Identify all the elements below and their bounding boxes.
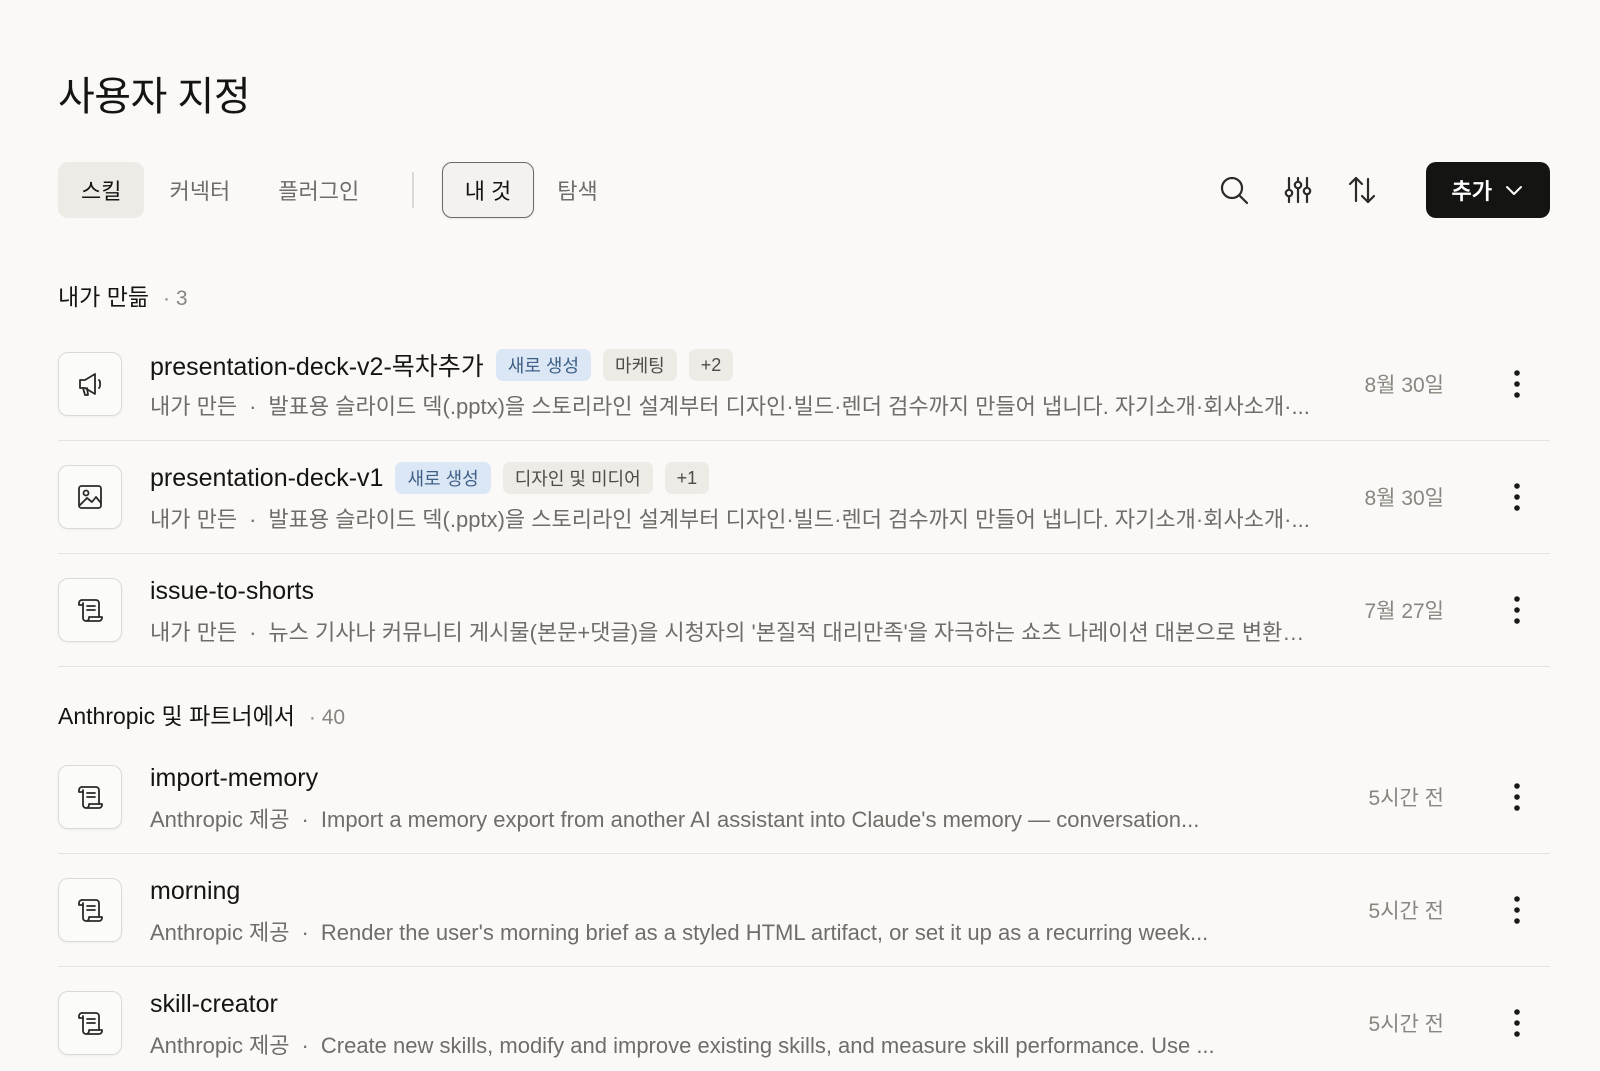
separator-dot: ·: [249, 620, 257, 645]
skill-description: Import a memory export from another AI a…: [320, 807, 1200, 832]
skill-title: presentation-deck-v2-목차추가: [150, 353, 484, 381]
skill-subtitle: 내가 만든 · 발표용 슬라이드 덱(.pptx)을 스토리라인 설계부터 디자인·…: [150, 389, 1320, 421]
customize-page: 사용자 지정 스킬 커넥터 플러그인 내 것 탐색 추가 내가 만듦 · 3 p…: [0, 0, 1600, 1071]
new-badge: 새로 생성: [395, 462, 491, 494]
more-options-icon[interactable]: [1502, 1003, 1532, 1043]
skill-row-body: skill-creator Anthropic 제공 · Create new sk…: [150, 986, 1320, 1060]
skill-description: 발표용 슬라이드 덱(.pptx)을 스토리라인 설계부터 디자인·빌드·렌더 …: [268, 507, 1310, 532]
skill-date: 5시간 전: [1368, 900, 1444, 923]
skill-title-line: presentation-deck-v2-목차추가 새로 생성 마케팅 +2: [150, 347, 1320, 383]
category-badge: 마케팅: [603, 349, 677, 381]
skill-title: issue-to-shorts: [150, 576, 314, 605]
skill-subtitle: Anthropic 제공 · Render the user's morning b…: [150, 915, 1320, 947]
skill-list-mine: presentation-deck-v2-목차추가 새로 생성 마케팅 +2 내가 …: [58, 328, 1550, 667]
skill-title-line: skill-creator: [150, 986, 1320, 1022]
skill-row[interactable]: presentation-deck-v1 새로 생성 디자인 및 미디어 +1 내가…: [58, 441, 1550, 554]
skill-description: Render the user's morning brief as a sty…: [320, 920, 1209, 945]
tab-plugins[interactable]: 플러그인: [255, 162, 382, 218]
separator-dot: ·: [249, 394, 257, 419]
skill-date: 5시간 전: [1368, 1013, 1444, 1036]
skill-row-body: presentation-deck-v2-목차추가 새로 생성 마케팅 +2 내가 …: [150, 347, 1320, 421]
scroll-icon: [58, 991, 122, 1055]
new-badge: 새로 생성: [495, 349, 592, 381]
add-button[interactable]: 추가: [1425, 162, 1550, 218]
category-badge: +2: [688, 349, 734, 381]
skill-title: import-memory: [150, 763, 319, 792]
page-title: 사용자 지정: [58, 75, 251, 119]
skill-row[interactable]: skill-creator Anthropic 제공 · Create new sk…: [58, 967, 1550, 1071]
section-count: · 40: [308, 706, 346, 729]
skill-row-body: issue-to-shorts 내가 만든 · 뉴스 기사나 커뮤니티 게시물(본문…: [150, 573, 1320, 647]
skill-row-body: import-memory Anthropic 제공 · Import a memo…: [150, 760, 1320, 834]
image-icon: [58, 465, 122, 529]
skill-description: 발표용 슬라이드 덱(.pptx)을 스토리라인 설계부터 디자인·빌드·렌더 …: [268, 394, 1310, 419]
skill-row[interactable]: import-memory Anthropic 제공 · Import a memo…: [58, 741, 1550, 854]
section-header-anthropic: Anthropic 및 파트너에서 · 40: [58, 697, 345, 731]
skill-title: skill-creator: [150, 989, 278, 1018]
skill-source: Anthropic 제공: [150, 920, 290, 945]
scroll-icon: [58, 878, 122, 942]
section-count: · 3: [163, 287, 188, 310]
tab-skills[interactable]: 스킬: [58, 162, 145, 218]
toolbar: 스킬 커넥터 플러그인 내 것 탐색 추가: [58, 160, 1550, 220]
scroll-icon: [58, 578, 122, 642]
skill-list-anthropic: import-memory Anthropic 제공 · Import a memo…: [58, 741, 1550, 1071]
skill-description: 뉴스 기사나 커뮤니티 게시물(본문+댓글)을 시청자의 '본질적 대리만족'을…: [268, 620, 1320, 645]
filter-sliders-icon[interactable]: [1278, 170, 1318, 210]
skill-source: 내가 만든: [150, 507, 238, 532]
section-header-mine: 내가 만듦 · 3: [58, 278, 188, 312]
skill-date: 5시간 전: [1368, 787, 1444, 810]
skill-title-line: morning: [150, 873, 1320, 909]
skill-title: presentation-deck-v1: [150, 463, 384, 492]
skill-row[interactable]: morning Anthropic 제공 · Render the user's m…: [58, 854, 1550, 967]
skill-title-line: import-memory: [150, 760, 1320, 796]
skill-row-body: presentation-deck-v1 새로 생성 디자인 및 미디어 +1 내가…: [150, 460, 1320, 534]
section-title: 내가 만듦: [58, 284, 150, 310]
skill-title: morning: [150, 876, 241, 905]
skill-date: 8월 30일: [1364, 487, 1444, 510]
tab-explore[interactable]: 탐색: [534, 162, 620, 218]
skill-source: Anthropic 제공: [150, 807, 290, 832]
skill-date: 8월 30일: [1364, 374, 1444, 397]
more-options-icon[interactable]: [1502, 890, 1532, 930]
search-icon[interactable]: [1214, 170, 1254, 210]
skill-subtitle: 내가 만든 · 발표용 슬라이드 덱(.pptx)을 스토리라인 설계부터 디자인·…: [150, 502, 1320, 534]
separator-dot: ·: [301, 920, 309, 945]
skill-description: Create new skills, modify and improve ex…: [320, 1033, 1215, 1058]
megaphone-icon: [58, 352, 122, 416]
scroll-icon: [58, 765, 122, 829]
skill-source: 내가 만든: [150, 394, 238, 419]
skill-date: 7월 27일: [1364, 600, 1444, 623]
skill-title-line: presentation-deck-v1 새로 생성 디자인 및 미디어 +1: [150, 460, 1320, 496]
chevron-down-icon: [1506, 186, 1522, 195]
separator-dot: ·: [301, 1033, 309, 1058]
more-options-icon[interactable]: [1502, 590, 1532, 630]
skill-subtitle: Anthropic 제공 · Import a memory export from…: [150, 802, 1320, 834]
more-options-icon[interactable]: [1502, 477, 1532, 517]
separator-dot: ·: [249, 507, 257, 532]
tab-mine[interactable]: 내 것: [441, 162, 535, 218]
sort-icon[interactable]: [1342, 170, 1382, 210]
skill-row-body: morning Anthropic 제공 · Render the user's m…: [150, 873, 1320, 947]
skill-title-line: issue-to-shorts: [150, 573, 1320, 609]
category-badge: 디자인 및 미디어: [502, 462, 653, 494]
skill-subtitle: 내가 만든 · 뉴스 기사나 커뮤니티 게시물(본문+댓글)을 시청자의 '본질적 …: [150, 615, 1320, 647]
category-badge: +1: [664, 462, 710, 494]
skill-row[interactable]: presentation-deck-v2-목차추가 새로 생성 마케팅 +2 내가 …: [58, 328, 1550, 441]
tab-connectors[interactable]: 커넥터: [146, 162, 253, 218]
skill-source: Anthropic 제공: [150, 1033, 290, 1058]
skill-row[interactable]: issue-to-shorts 내가 만든 · 뉴스 기사나 커뮤니티 게시물(본문…: [58, 554, 1550, 667]
more-options-icon[interactable]: [1502, 777, 1532, 817]
add-button-label: 추가: [1451, 179, 1492, 204]
skill-subtitle: Anthropic 제공 · Create new skills, modify a…: [150, 1028, 1320, 1060]
skill-source: 내가 만든: [150, 620, 238, 645]
more-options-icon[interactable]: [1502, 364, 1532, 404]
section-title: Anthropic 및 파트너에서: [58, 703, 295, 729]
separator-dot: ·: [301, 807, 309, 832]
toolbar-divider: [412, 172, 414, 208]
